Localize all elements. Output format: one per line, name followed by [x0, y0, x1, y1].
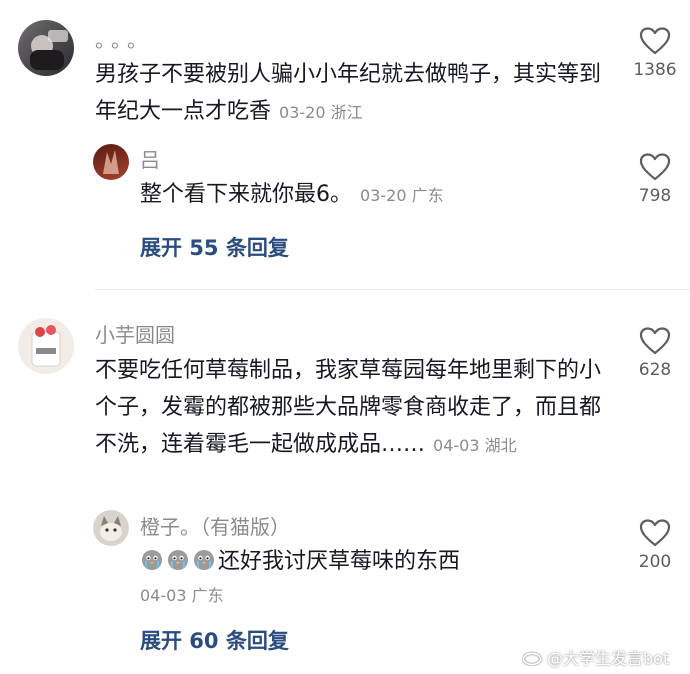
reply-meta: 03-20 广东	[360, 186, 444, 205]
reply-text: 还好我讨厌草莓味的东西	[140, 543, 600, 580]
reply-text: 整个看下来就你最6。 03-20 广东	[140, 176, 600, 214]
avatar[interactable]	[18, 318, 74, 374]
like-button[interactable]: 1386	[620, 26, 690, 80]
like-button[interactable]: 628	[620, 326, 690, 380]
comment-body: 不要吃任何草莓制品，我家草莓园每年地里剩下的小个子，发霉的都被那些大品牌零食商收…	[95, 358, 602, 457]
heart-outline-icon	[639, 519, 671, 547]
crying-chick-icon	[192, 546, 216, 570]
reply-body: 还好我讨厌草莓味的东西	[218, 549, 461, 574]
comment-text: 不要吃任何草莓制品，我家草莓园每年地里剩下的小个子，发霉的都被那些大品牌零食商收…	[95, 352, 605, 464]
weibo-logo-icon	[522, 649, 543, 666]
reply-like-button[interactable]: 200	[620, 518, 690, 572]
reply-like-button[interactable]: 798	[620, 152, 690, 206]
crying-chick-icon	[140, 546, 164, 570]
reply-author[interactable]: 橙子。（有猫版）	[140, 511, 290, 540]
comment-meta: 04-03 湖北	[433, 436, 517, 455]
watermark-text: @大学生发言bot	[547, 649, 670, 668]
expand-replies-button[interactable]: 展开 55 条回复	[140, 232, 289, 262]
heart-outline-icon	[639, 327, 671, 355]
crying-chick-icon	[166, 546, 190, 570]
heart-outline-icon	[639, 27, 671, 55]
comment-text: 男孩子不要被别人骗小小年纪就去做鸭子，其实等到年纪大一点才吃香 03-20 浙江	[95, 56, 605, 131]
watermark: @大学生发言bot	[522, 645, 669, 669]
reply-avatar[interactable]	[93, 510, 129, 546]
reply-author[interactable]: 吕	[140, 144, 160, 173]
like-count: 1386	[633, 60, 677, 80]
like-count: 628	[638, 360, 672, 380]
reply-body: 整个看下来就你最6。	[140, 182, 352, 207]
reply-avatar[interactable]	[93, 144, 129, 180]
comment-author[interactable]: 。。。	[95, 24, 153, 53]
comment-divider	[95, 289, 690, 290]
heart-outline-icon	[639, 153, 671, 181]
like-count: 798	[638, 186, 672, 206]
like-count: 200	[638, 552, 672, 572]
comment-author[interactable]: 小芋圆圆	[95, 319, 175, 348]
avatar[interactable]	[18, 20, 74, 76]
expand-replies-button[interactable]: 展开 60 条回复	[140, 625, 289, 655]
comment-meta: 03-20 浙江	[279, 103, 363, 122]
reply-meta: 04-03 广东	[140, 586, 224, 605]
